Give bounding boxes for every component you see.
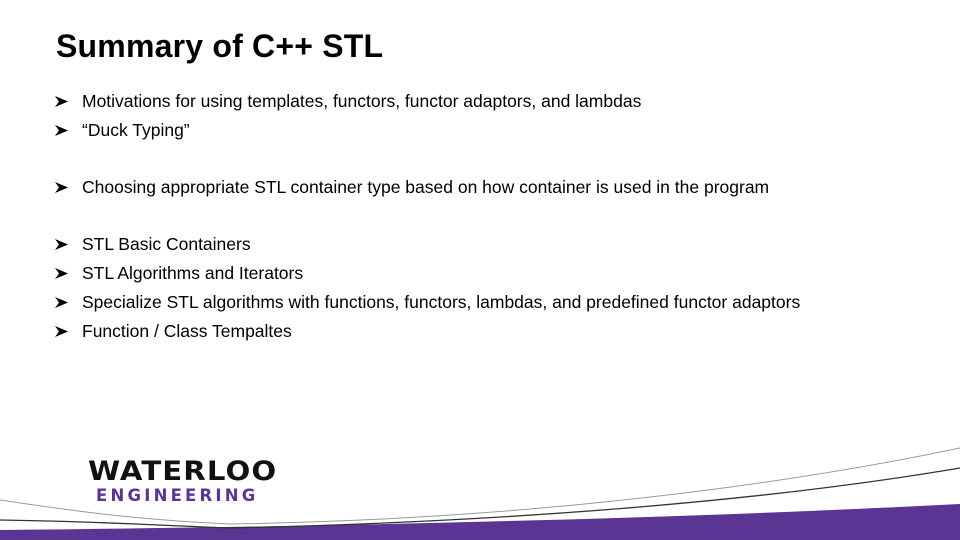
bullet-item: Function / Class Tempaltes (55, 319, 292, 343)
waterloo-engineering-logo: WATERLOO ENGINEERING (88, 458, 313, 506)
bullet-item: Motivations for using templates, functor… (55, 89, 641, 113)
arrowhead-bullet-icon (55, 181, 82, 193)
bullet-text: Function / Class Tempaltes (82, 320, 292, 341)
logo-line-waterloo: WATERLOO (88, 456, 278, 487)
logo-line-engineering: ENGINEERING (96, 486, 259, 505)
bullet-item: STL Basic Containers (55, 232, 251, 256)
arrowhead-bullet-icon (55, 296, 82, 308)
bullet-text: STL Algorithms and Iterators (82, 262, 304, 283)
bullet-item: Choosing appropriate STL container type … (55, 175, 769, 199)
slide-title: Summary of C++ STL (56, 28, 384, 64)
arrowhead-bullet-icon (55, 124, 82, 136)
arrowhead-bullet-icon (55, 325, 82, 337)
footer-purple-band (0, 504, 960, 540)
bullet-text: Motivations for using templates, functor… (82, 90, 642, 111)
bullet-item: STL Algorithms and Iterators (55, 261, 303, 285)
bullet-text: Specialize STL algorithms with functions… (82, 291, 801, 312)
bullet-item: “Duck Typing” (55, 118, 190, 142)
bullet-item: Specialize STL algorithms with functions… (55, 290, 800, 314)
arrowhead-bullet-icon (55, 238, 82, 250)
arrowhead-bullet-icon (55, 267, 82, 279)
bullet-text: “Duck Typing” (82, 119, 190, 140)
bullet-text: STL Basic Containers (82, 233, 251, 254)
bullet-text: Choosing appropriate STL container type … (82, 176, 770, 197)
arrowhead-bullet-icon (55, 95, 82, 107)
